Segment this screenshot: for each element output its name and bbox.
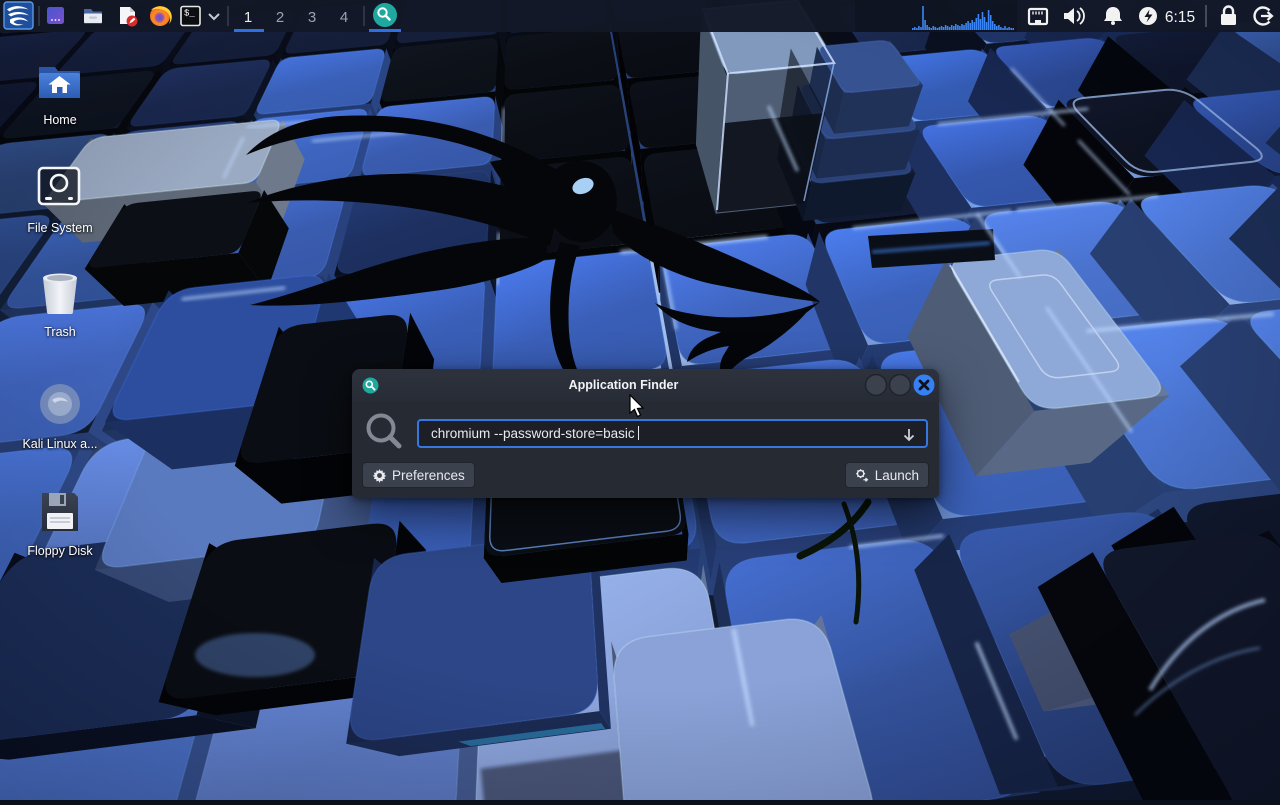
svg-text:3: 3 <box>308 9 316 26</box>
svg-text:4: 4 <box>340 9 348 26</box>
svg-text:6:15: 6:15 <box>1165 9 1195 26</box>
svg-text:$_: $_ <box>184 9 195 19</box>
svg-text:2: 2 <box>276 9 284 26</box>
svg-text:1: 1 <box>244 9 252 26</box>
